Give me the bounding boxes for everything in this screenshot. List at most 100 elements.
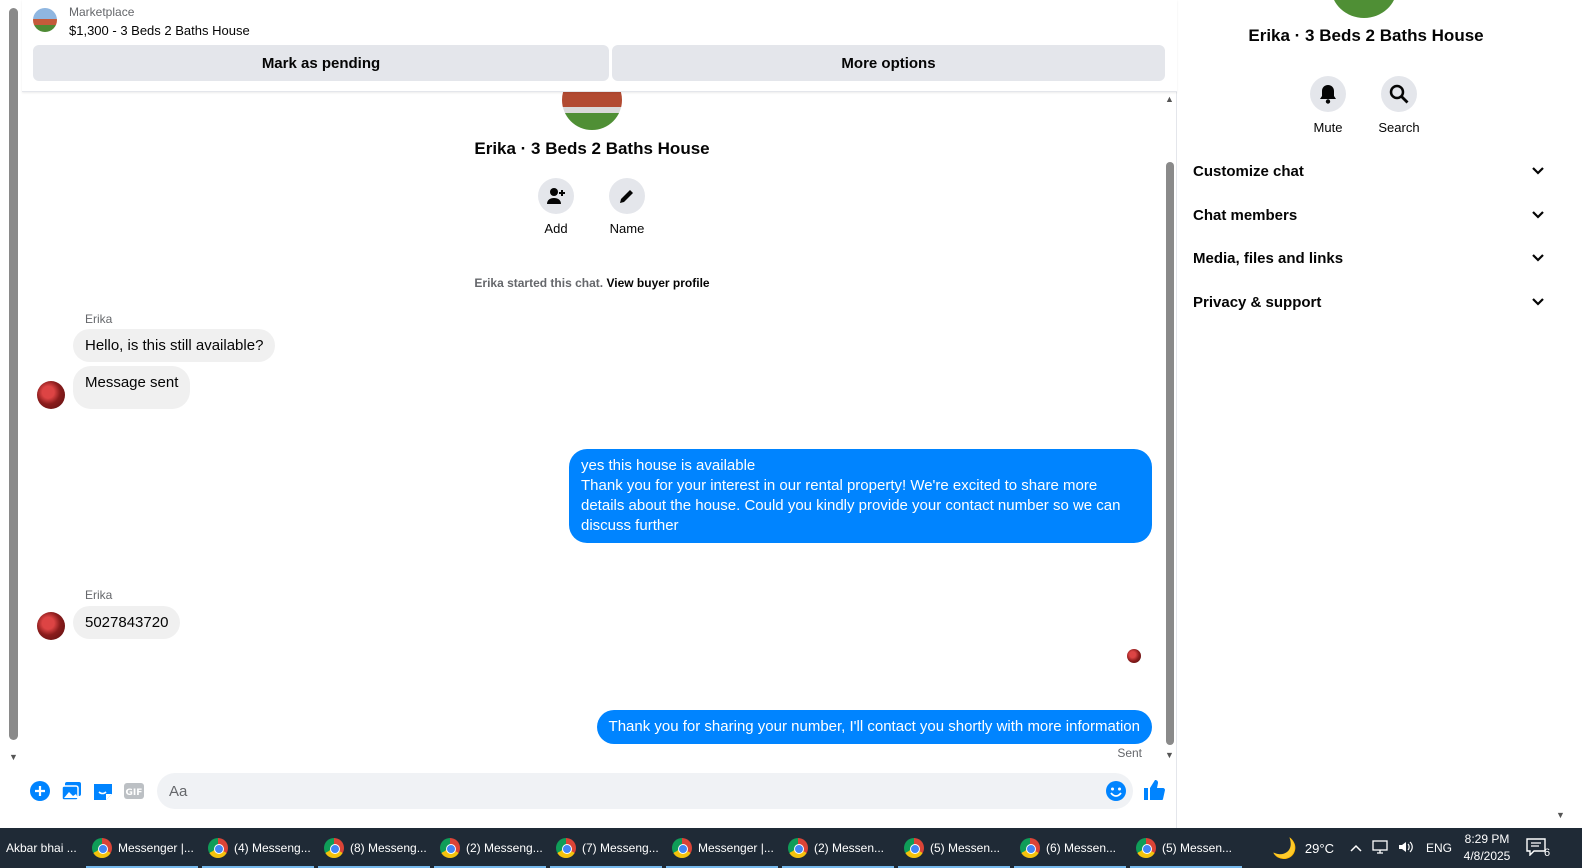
network-icon[interactable]: [1372, 839, 1388, 857]
bell-icon: [1310, 76, 1346, 112]
message-line: yes this house is available: [581, 457, 756, 474]
taskbar-item[interactable]: (4) Messeng...: [202, 828, 314, 868]
input-language[interactable]: ENG: [1426, 841, 1452, 855]
listing-header: Marketplace $1,300 - 3 Beds 2 Baths Hous…: [22, 0, 1177, 92]
media-files-links-section[interactable]: Media, files and links: [1193, 243, 1545, 273]
customize-chat-section[interactable]: Customize chat: [1193, 156, 1545, 186]
taskbar-item-label: (7) Messeng...: [582, 841, 659, 855]
sender-name: Erika: [85, 588, 113, 602]
chrome-icon: [440, 838, 460, 858]
erika-avatar[interactable]: [37, 381, 65, 409]
message-line: details about the house. Could you kindl…: [581, 497, 1121, 514]
plus-icon[interactable]: [28, 779, 52, 803]
listing-title[interactable]: $1,300 - 3 Beds 2 Baths House: [69, 23, 250, 38]
mute-button[interactable]: Mute: [1293, 76, 1363, 135]
taskbar-item[interactable]: (5) Messen...: [1130, 828, 1242, 868]
scroll-up-arrow-icon[interactable]: ▲: [1165, 94, 1174, 104]
taskbar-item[interactable]: (7) Messeng...: [550, 828, 662, 868]
message-line: discuss further: [581, 517, 679, 534]
photo-icon[interactable]: [60, 779, 84, 803]
notification-count: 6: [1544, 847, 1551, 859]
taskbar-item[interactable]: (2) Messen...: [782, 828, 894, 868]
taskbar-item-label: (2) Messen...: [814, 841, 885, 855]
incoming-message[interactable]: Message sent: [73, 366, 191, 409]
more-options-button[interactable]: More options: [612, 45, 1165, 81]
chrome-icon: [92, 838, 112, 858]
section-label: Media, files and links: [1193, 249, 1344, 267]
chrome-icon: [208, 838, 228, 858]
chat-members-section[interactable]: Chat members: [1193, 200, 1545, 230]
taskbar-item[interactable]: (5) Messen...: [898, 828, 1010, 868]
chat-scrollbar[interactable]: ▲ ▼: [1165, 92, 1175, 762]
section-label: Chat members: [1193, 206, 1298, 224]
chat-started-text: Erika started this chat.: [474, 276, 604, 290]
listing-source: Marketplace: [69, 5, 135, 19]
chat-info-panel: Erika · 3 Beds 2 Baths House Mute Search…: [1177, 0, 1567, 828]
windows-taskbar: Akbar bhai ... Messenger |... (4) Messen…: [0, 828, 1582, 868]
message-input-box[interactable]: [157, 773, 1133, 809]
panel-conversation-avatar: [1331, 0, 1397, 18]
erika-avatar[interactable]: [37, 612, 65, 640]
weather-temperature: 29°C: [1304, 840, 1334, 856]
add-people-button[interactable]: Add: [526, 178, 586, 236]
pencil-icon: [609, 178, 645, 214]
clock-time: 8:29 PM: [1464, 832, 1510, 846]
taskbar-item[interactable]: Messenger |...: [86, 828, 198, 868]
volume-icon[interactable]: [1398, 840, 1414, 857]
mark-as-pending-button[interactable]: Mark as pending: [33, 45, 609, 81]
conversation-title: Erika · 3 Beds 2 Baths House: [474, 139, 710, 158]
messenger-window: ▼ Marketplace $1,300 - 3 Beds 2 Baths Ho…: [0, 0, 1582, 828]
emoji-icon[interactable]: [1105, 780, 1127, 802]
page-scrollbar-thumb[interactable]: [9, 8, 18, 740]
taskbar-item[interactable]: (8) Messeng...: [318, 828, 430, 868]
chat-scrollbar-thumb[interactable]: [1166, 162, 1174, 745]
add-label: Add: [544, 221, 568, 236]
taskbar-item[interactable]: (6) Messen...: [1014, 828, 1126, 868]
chevron-up-icon[interactable]: [1350, 841, 1362, 855]
chat-started-notice: Erika started this chat. View buyer prof…: [22, 276, 1162, 290]
scroll-down-arrow-icon[interactable]: ▼: [1556, 810, 1565, 820]
view-buyer-profile-link[interactable]: View buyer profile: [606, 276, 709, 290]
taskbar-item[interactable]: (2) Messeng...: [434, 828, 546, 868]
message-list[interactable]: Erika · 3 Beds 2 Baths House Add Name Er…: [22, 92, 1177, 762]
scroll-down-arrow-icon[interactable]: ▼: [1165, 750, 1174, 760]
outgoing-message[interactable]: yes this house is available Thank you fo…: [569, 449, 1152, 543]
panel-conversation-title: Erika · 3 Beds 2 Baths House: [1248, 26, 1484, 45]
section-label: Customize chat: [1193, 162, 1304, 180]
chrome-icon: [1136, 838, 1156, 858]
chevron-down-icon: [1532, 167, 1544, 175]
clock-date: 4/8/2025: [1463, 849, 1511, 863]
scroll-down-arrow-icon[interactable]: ▼: [9, 752, 18, 762]
edit-name-button[interactable]: Name: [597, 178, 657, 236]
like-icon[interactable]: [1142, 778, 1166, 802]
sticker-icon[interactable]: [91, 779, 115, 803]
chrome-icon: [788, 838, 808, 858]
taskbar-item[interactable]: Akbar bhai ...: [0, 828, 84, 868]
gif-icon[interactable]: GIF: [122, 779, 146, 803]
message-status: Sent: [1117, 746, 1142, 760]
panel-scrollbar[interactable]: ▼: [1553, 0, 1567, 828]
weather-widget[interactable]: 🌙 29°C: [1272, 828, 1334, 868]
outgoing-message[interactable]: Thank you for sharing your number, I'll …: [596, 710, 1152, 744]
incoming-message[interactable]: Hello, is this still available?: [73, 329, 276, 362]
privacy-support-section[interactable]: Privacy & support: [1193, 287, 1545, 317]
taskbar-item-label: (6) Messen...: [1046, 841, 1117, 855]
conversation-avatar: [562, 92, 622, 130]
taskbar-item-label: Akbar bhai ...: [6, 841, 77, 855]
taskbar-item-label: (8) Messeng...: [350, 841, 427, 855]
page-scrollbar[interactable]: ▼: [5, 0, 19, 768]
taskbar-item[interactable]: Messenger |...: [666, 828, 778, 868]
taskbar-item-label: (5) Messen...: [1162, 841, 1233, 855]
chevron-down-icon: [1532, 298, 1544, 306]
notification-icon: [1526, 837, 1546, 859]
chevron-down-icon: [1532, 211, 1544, 219]
notification-center-button[interactable]: 6: [1526, 828, 1550, 868]
incoming-message[interactable]: 5027843720: [73, 606, 181, 639]
message-input[interactable]: [157, 773, 1077, 809]
listing-thumbnail[interactable]: [33, 8, 57, 32]
taskbar-clock[interactable]: 8:29 PM 4/8/2025: [1452, 831, 1522, 865]
search-in-conversation-button[interactable]: Search: [1364, 76, 1434, 135]
system-tray: ENG: [1350, 828, 1452, 868]
search-label: Search: [1378, 120, 1420, 135]
taskbar-item-label: Messenger |...: [118, 841, 194, 855]
